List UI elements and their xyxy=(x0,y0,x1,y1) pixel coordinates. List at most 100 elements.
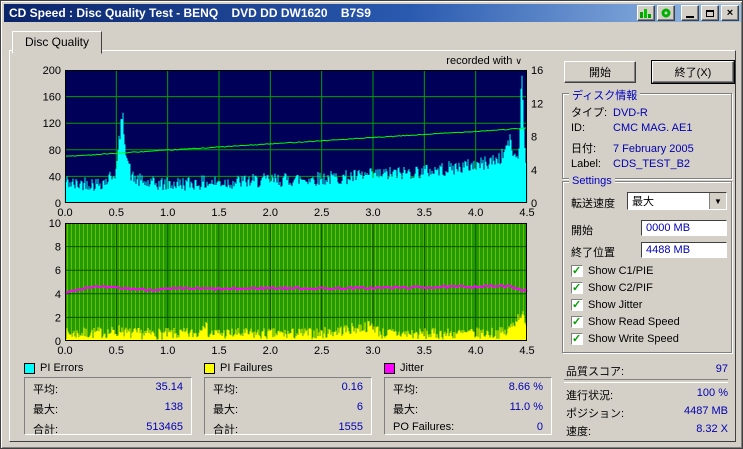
progress-label: 進行状況: xyxy=(566,390,614,402)
info-label: タイプ: xyxy=(571,107,608,119)
stat-label: 平均: xyxy=(33,384,59,396)
svg-text:6: 6 xyxy=(55,265,61,277)
divider xyxy=(564,379,728,383)
close-button[interactable]: × xyxy=(721,5,739,21)
stat-value: 513465 xyxy=(146,421,183,433)
svg-text:4.0: 4.0 xyxy=(468,345,483,357)
svg-text:40: 40 xyxy=(49,171,61,183)
stat-label: 合計: xyxy=(213,424,239,436)
checkbox-icon xyxy=(571,264,583,277)
checkbox-show-write-speed[interactable]: Show Write Speed xyxy=(571,332,679,346)
checkbox-show-jitter[interactable]: Show Jitter xyxy=(571,298,642,312)
checkbox-show-c1-pie[interactable]: Show C1/PIE xyxy=(571,264,653,278)
maximize-button[interactable] xyxy=(701,5,719,21)
disc-info-title: ディスク情報 xyxy=(569,87,641,103)
svg-text:2.5: 2.5 xyxy=(314,345,329,357)
jitter-panel: 平均: 8.66 % 最大: 11.0 % PO Failures: 0 xyxy=(384,377,552,435)
stat-label: 平均: xyxy=(393,384,419,396)
pi-failures-stats: PI Failures 平均: 0.16 最大: 6 合計: 1555 xyxy=(204,361,374,439)
settings-group: Settings 転送速度 最大 ▼ 開始 0000 MB 終了位置 4488 … xyxy=(562,175,732,353)
checkbox-icon xyxy=(571,315,583,328)
svg-text:16: 16 xyxy=(531,65,543,77)
stat-label: 最大: xyxy=(393,404,419,416)
start-position-label: 開始 xyxy=(571,225,593,237)
stat-row: 平均: 35.14 xyxy=(25,379,191,399)
svg-text:1.0: 1.0 xyxy=(160,207,175,219)
app-window: CD Speed : Disc Quality Test - BENQ DVD … xyxy=(0,0,743,449)
svg-text:3.5: 3.5 xyxy=(417,345,432,357)
disc-info-group: ディスク情報 タイプ: DVD-R ID: CMC MAG. AE1 日付: 7 Fe… xyxy=(562,87,732,179)
checkbox-icon xyxy=(571,332,583,345)
jitter-swatch-icon xyxy=(384,362,395,374)
stat-value: 8.66 % xyxy=(508,381,543,393)
checkbox-label: Show C2/PIF xyxy=(588,282,653,294)
speed-value: 8.32 X xyxy=(696,423,728,435)
disc-id-row: ID: CMC MAG. AE1 xyxy=(571,122,725,134)
stat-row: 最大: 11.0 % xyxy=(385,399,551,419)
jitter-legend: Jitter xyxy=(384,361,554,375)
speed-row: 速度: 8.32 X xyxy=(566,423,728,439)
disc-icon xyxy=(661,8,671,18)
stat-value: 1555 xyxy=(338,421,363,433)
tab-disc-quality[interactable]: Disc Quality xyxy=(12,31,103,54)
position-value: 4487 MB xyxy=(683,405,728,417)
svg-text:200: 200 xyxy=(43,65,61,77)
pi-errors-legend: PI Errors xyxy=(24,361,194,375)
disc-date-row: 日付: 7 February 2005 xyxy=(571,140,725,156)
start-position-field[interactable]: 0000 MB xyxy=(641,220,727,236)
quality-score-row: 品質スコア: 97 xyxy=(566,363,728,379)
svg-text:1.5: 1.5 xyxy=(211,207,226,219)
stat-label: 平均: xyxy=(213,384,239,396)
svg-text:3.0: 3.0 xyxy=(365,207,380,219)
svg-text:10: 10 xyxy=(49,219,61,230)
stat-row: 平均: 8.66 % xyxy=(385,379,551,399)
tab-body: recorded with ∨ 0 40 80 120 160 200 0 4 8 12 16 0.0… xyxy=(9,50,736,442)
chevron-down-icon[interactable]: ▼ xyxy=(709,193,726,209)
svg-text:4.0: 4.0 xyxy=(468,207,483,219)
stat-value: 11.0 % xyxy=(509,401,543,413)
svg-text:0.0: 0.0 xyxy=(57,207,72,219)
jitter-stats: Jitter 平均: 8.66 % 最大: 11.0 % PO Failures: 0 xyxy=(384,361,554,439)
svg-text:3.5: 3.5 xyxy=(417,207,432,219)
svg-text:80: 80 xyxy=(49,145,61,157)
info-label: 日付: xyxy=(571,143,597,155)
end-position-field[interactable]: 4488 MB xyxy=(641,242,727,258)
minimize-button[interactable] xyxy=(681,5,699,21)
transfer-speed-select[interactable]: 最大 ▼ xyxy=(627,192,727,210)
progress-row: 進行状況: 100 % xyxy=(566,387,728,403)
checkbox-show-read-speed[interactable]: Show Read Speed xyxy=(571,315,680,329)
stat-row: 平均: 0.16 xyxy=(205,379,371,399)
svg-text:160: 160 xyxy=(43,92,61,104)
window-title: CD Speed : Disc Quality Test - BENQ DVD … xyxy=(9,6,371,20)
stat-row: 最大: 138 xyxy=(25,399,191,419)
svg-text:120: 120 xyxy=(43,118,61,130)
checkbox-label: Show Write Speed xyxy=(588,333,679,345)
stat-label: 合計: xyxy=(33,424,59,436)
titlebar[interactable]: CD Speed : Disc Quality Test - BENQ DVD … xyxy=(4,4,741,22)
info-value: CMC MAG. AE1 xyxy=(613,122,693,134)
legend-label: PI Failures xyxy=(220,362,273,374)
svg-text:8: 8 xyxy=(55,242,61,254)
titlebar-chart-button[interactable] xyxy=(637,5,655,21)
checkbox-show-c2-pif[interactable]: Show C2/PIF xyxy=(571,281,653,295)
svg-text:3.0: 3.0 xyxy=(365,345,380,357)
start-button[interactable]: 開始 xyxy=(564,61,636,83)
exit-button[interactable]: 終了(X) xyxy=(651,60,735,84)
svg-text:4: 4 xyxy=(55,289,61,301)
svg-text:2.0: 2.0 xyxy=(263,207,278,219)
stat-row: 合計: 513465 xyxy=(25,419,191,439)
info-value: DVD-R xyxy=(613,107,648,119)
transfer-speed-value: 最大 xyxy=(632,196,654,208)
pi-errors-panel: 平均: 35.14 最大: 138 合計: 513465 xyxy=(24,377,192,436)
stat-label: 最大: xyxy=(213,404,239,416)
svg-text:2.5: 2.5 xyxy=(314,207,329,219)
svg-text:1.0: 1.0 xyxy=(160,345,175,357)
checkbox-label: Show Read Speed xyxy=(588,316,680,328)
checkbox-icon xyxy=(571,298,583,311)
legend-label: Jitter xyxy=(400,362,424,374)
stat-row: 合計: 1555 xyxy=(205,419,371,439)
svg-text:2: 2 xyxy=(55,312,61,324)
titlebar-disc-button[interactable] xyxy=(657,5,675,21)
pi-failures-jitter-chart: 02468100.0 0.5 1.0 1.5 2.0 2.5 3.0 3.5 4.0 4.5 xyxy=(49,219,535,357)
stat-row: 最大: 6 xyxy=(205,399,371,419)
